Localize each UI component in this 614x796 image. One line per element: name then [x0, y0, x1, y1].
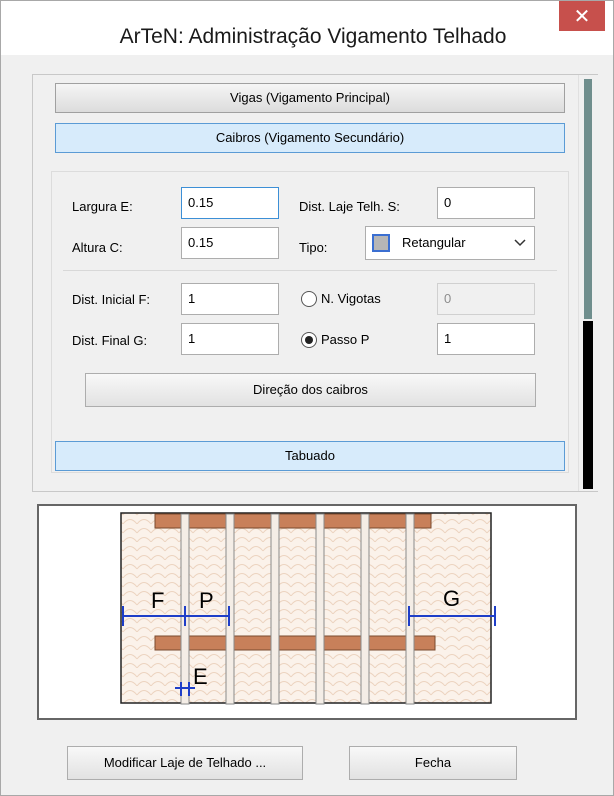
- passo-input[interactable]: 1: [437, 323, 535, 355]
- passo-radio[interactable]: [301, 332, 317, 348]
- dist-inicial-label: Dist. Inicial F:: [72, 292, 151, 307]
- dimension-label-g: G: [443, 586, 460, 611]
- modificar-laje-label: Modificar Laje de Telhado ...: [103, 755, 267, 770]
- preview-diagram: F P G E: [37, 504, 577, 720]
- dist-laje-label: Dist. Laje Telh. S:: [299, 199, 400, 214]
- section-caibros-label: Caibros (Vigamento Secundário): [215, 130, 405, 145]
- dimension-label-e: E: [193, 664, 208, 689]
- dialog-window: ArTeN: Administração Vigamento Telhado ✕…: [0, 0, 614, 796]
- groupbox-separator: [63, 270, 557, 271]
- altura-label: Altura C:: [72, 240, 123, 255]
- largura-input[interactable]: 0.15: [181, 187, 279, 219]
- fecha-button[interactable]: Fecha: [349, 746, 517, 780]
- n-vigotas-label: N. Vigotas: [321, 291, 381, 306]
- dist-final-label: Dist. Final G:: [72, 333, 148, 348]
- n-vigotas-radio[interactable]: [301, 291, 317, 307]
- dist-final-input[interactable]: 1: [181, 323, 279, 355]
- direcao-caibros-label: Direção dos caibros: [253, 382, 368, 397]
- tipo-label: Tipo:: [299, 240, 328, 255]
- chevron-down-icon: [514, 239, 526, 247]
- altura-input[interactable]: 0.15: [181, 227, 279, 259]
- rafter: [270, 513, 280, 705]
- dimension-label-p: P: [199, 588, 214, 613]
- dist-laje-input[interactable]: 0: [437, 187, 535, 219]
- section-tabuado-label: Tabuado: [285, 448, 335, 463]
- largura-label: Largura E:: [72, 199, 133, 214]
- passo-label: Passo P: [321, 332, 370, 347]
- middle-beam: [154, 635, 436, 651]
- fecha-label: Fecha: [414, 755, 452, 770]
- rafter: [315, 513, 325, 705]
- section-vigas-label: Vigas (Vigamento Principal): [230, 90, 390, 105]
- close-icon: ✕: [573, 5, 591, 28]
- dist-inicial-input[interactable]: 1: [181, 283, 279, 315]
- modificar-laje-button[interactable]: Modificar Laje de Telhado ...: [67, 746, 303, 780]
- rafter-diagram: F P G E: [120, 512, 496, 705]
- section-vigas-button[interactable]: Vigas (Vigamento Principal): [55, 83, 565, 113]
- dimension-label-f: F: [151, 588, 164, 613]
- roof-slab-area: [120, 512, 492, 704]
- scrollbar-lower-region[interactable]: [583, 321, 593, 489]
- direcao-caibros-button[interactable]: Direção dos caibros: [85, 373, 536, 407]
- tipo-select[interactable]: Retangular: [365, 226, 535, 260]
- scrollbar-thumb[interactable]: [584, 79, 592, 319]
- title-bar: ArTeN: Administração Vigamento Telhado ✕: [1, 1, 613, 55]
- tipo-select-value: Retangular: [402, 235, 466, 250]
- n-vigotas-input[interactable]: 0: [437, 283, 535, 315]
- window-title: ArTeN: Administração Vigamento Telhado: [119, 25, 507, 48]
- rafter: [360, 513, 370, 705]
- rectangle-swatch-icon: [372, 234, 390, 252]
- close-button[interactable]: ✕: [559, 1, 605, 31]
- section-caibros-button[interactable]: Caibros (Vigamento Secundário): [55, 123, 565, 153]
- scrollbar[interactable]: [578, 75, 598, 491]
- section-tabuado-button[interactable]: Tabuado: [55, 441, 565, 471]
- dialog-content: Vigas (Vigamento Principal) Caibros (Vig…: [9, 57, 605, 787]
- top-beam: [154, 513, 432, 529]
